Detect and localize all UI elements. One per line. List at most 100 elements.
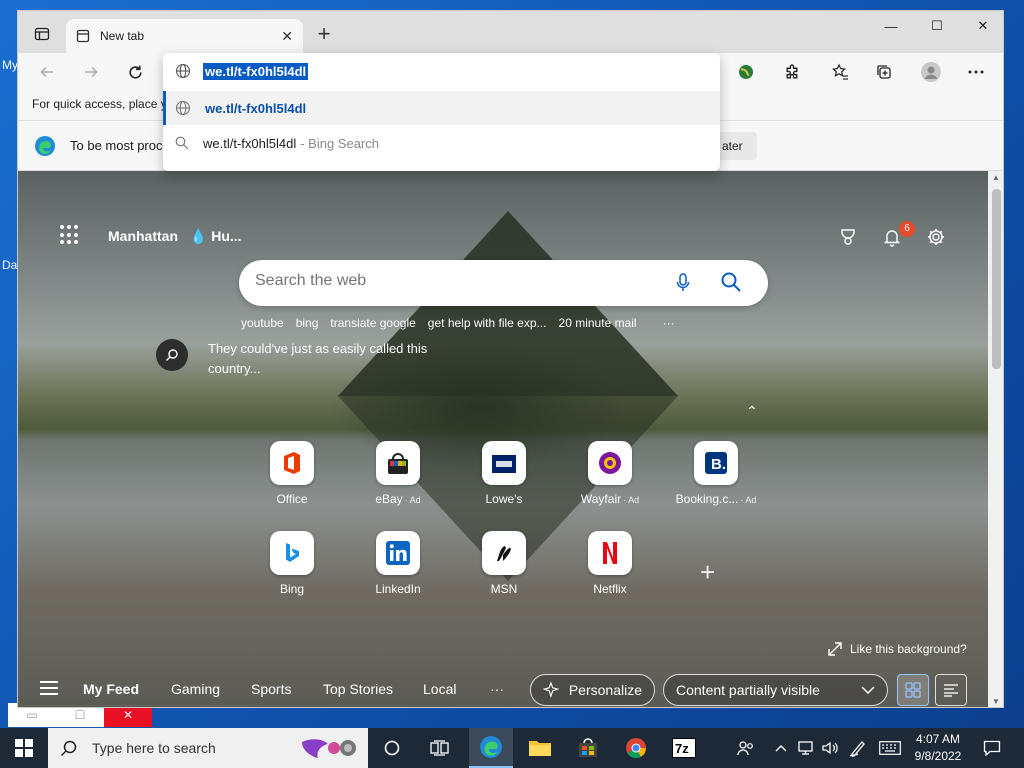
quick-links-more-button[interactable]: ··· [663, 316, 675, 330]
tab-gaming[interactable]: Gaming [171, 681, 220, 697]
scrollbar-thumb[interactable] [992, 189, 1001, 369]
like-background-button[interactable]: Like this background? [828, 642, 967, 656]
title-bar: New tab ✕ + — ☐ ✕ [18, 11, 1003, 53]
grid-layout-button[interactable] [897, 674, 929, 706]
web-search-input[interactable] [255, 272, 655, 290]
tile-bing[interactable]: Bing [242, 531, 342, 596]
taskbar-7zip[interactable]: 7z [662, 728, 706, 768]
tile-label: MSN [490, 582, 518, 596]
tab-local[interactable]: Local [423, 681, 456, 697]
taskbar-store[interactable] [566, 728, 610, 768]
feed-menu-icon[interactable] [40, 681, 58, 695]
suggestion-text: we.tl/t-fx0hl5l4dl [203, 135, 297, 151]
tile-netflix[interactable]: Netflix [560, 531, 660, 596]
forward-button[interactable] [76, 58, 106, 86]
task-view-button[interactable] [421, 728, 459, 768]
personalize-label: Personalize [568, 682, 642, 698]
favorites-button[interactable] [824, 58, 856, 86]
new-tab-button[interactable]: + [310, 23, 338, 47]
back-arrow-icon [40, 66, 53, 78]
add-shortcut-button[interactable]: + [700, 557, 715, 588]
tab-top-stories[interactable]: Top Stories [323, 681, 393, 697]
tab-sports[interactable]: Sports [251, 681, 291, 697]
cortana-button[interactable] [374, 728, 410, 768]
keyboard-icon[interactable] [876, 728, 904, 768]
page-settings-button[interactable] [924, 225, 948, 249]
notifications-center-icon[interactable] [978, 728, 1006, 768]
page-scrollbar[interactable]: ▲ ▼ [988, 171, 1003, 707]
people-icon[interactable] [732, 728, 760, 768]
feed-more-button[interactable]: ··· [490, 681, 504, 697]
sparkle-icon [543, 681, 559, 698]
tab-title: New tab [100, 29, 145, 43]
search-icon[interactable] [720, 271, 742, 296]
list-layout-button[interactable] [935, 674, 967, 706]
personalize-button[interactable]: Personalize [530, 674, 655, 706]
quick-link[interactable]: youtube [241, 316, 284, 330]
extensions-button[interactable] [776, 58, 808, 86]
scroll-down-icon[interactable]: ▼ [992, 697, 1000, 706]
tile-ebay[interactable]: eBay · Ad [348, 441, 448, 506]
quick-link[interactable]: 20 minute mail [559, 316, 637, 330]
taskbar-file-explorer[interactable] [518, 728, 562, 768]
pen-icon[interactable] [845, 728, 871, 768]
settings-and-more-button[interactable] [960, 58, 992, 86]
tab-actions-button[interactable] [26, 21, 58, 47]
extension-button[interactable] [730, 58, 762, 86]
msn-icon [482, 531, 526, 575]
grid-icon [905, 682, 921, 698]
back-button[interactable] [32, 58, 62, 86]
tab-new-tab[interactable]: New tab ✕ [66, 19, 303, 53]
taskbar-chrome[interactable] [614, 728, 658, 768]
system-clock[interactable]: 4:07 AM 9/8/2022 [908, 731, 968, 765]
tile-label: Lowe's [485, 492, 523, 506]
volume-icon[interactable] [818, 728, 842, 768]
extension-globe-icon [739, 65, 753, 79]
desktop-icon-label[interactable]: Da [2, 258, 17, 272]
desktop-icon-label[interactable]: My [2, 58, 18, 72]
rewards-button[interactable] [836, 225, 860, 249]
profile-button[interactable] [915, 58, 947, 86]
maximize-button[interactable]: ☐ [914, 11, 960, 41]
ad-badge: · Ad [623, 495, 640, 505]
scroll-up-icon[interactable]: ▲ [992, 173, 1000, 182]
suggestion-url[interactable]: we.tl/t-fx0hl5l4dl [163, 91, 720, 125]
tile-lowes[interactable]: Lowe's [454, 441, 554, 506]
taskbar-search-box[interactable]: Type here to search [48, 728, 368, 768]
svg-text:7z: 7z [675, 741, 689, 756]
tile-office[interactable]: Office [242, 441, 342, 506]
tile-linkedin[interactable]: LinkedIn [348, 531, 448, 596]
taskbar-edge[interactable] [469, 728, 513, 768]
notification-badge: 6 [899, 221, 915, 237]
weather-widget[interactable]: Manhattan 💧 Hu... [108, 228, 242, 245]
collections-button[interactable] [868, 58, 900, 86]
tab-close-icon[interactable]: ✕ [281, 28, 293, 45]
hidden-icons-chevron-icon[interactable] [770, 728, 792, 768]
content-visibility-dropdown[interactable]: Content partially visible [663, 674, 888, 706]
address-bar-input[interactable]: we.tl/t-fx0hl5l4dl [163, 55, 720, 87]
microphone-icon[interactable] [675, 272, 691, 297]
tile-msn[interactable]: MSN [454, 531, 554, 596]
collapse-chevron-icon[interactable]: ⌃ [746, 403, 758, 420]
network-icon[interactable] [794, 728, 818, 768]
quick-link[interactable]: bing [296, 316, 319, 330]
bing-icon [270, 531, 314, 575]
forward-arrow-icon [85, 66, 98, 78]
refresh-button[interactable] [120, 58, 150, 86]
tab-my-feed[interactable]: My Feed [83, 681, 139, 697]
minimize-button[interactable]: — [868, 11, 914, 41]
tile-booking[interactable]: B. Booking.c... · Ad [666, 441, 766, 506]
tile-wayfair[interactable]: Wayfair · Ad [560, 441, 660, 506]
start-button[interactable] [0, 728, 48, 768]
avatar-icon [921, 62, 941, 82]
suggestion-search[interactable]: we.tl/t-fx0hl5l4dl - Bing Search [163, 126, 720, 160]
address-bar-dropdown: we.tl/t-fx0hl5l4dl we.tl/t-fx0hl5l4dl we… [163, 53, 720, 171]
netflix-icon [588, 531, 632, 575]
app-launcher-icon[interactable] [60, 225, 80, 245]
trending-item[interactable]: They could've just as easily called this… [156, 339, 458, 379]
quick-link[interactable]: get help with file exp... [428, 316, 547, 330]
clock-time: 4:07 AM [915, 732, 961, 746]
close-window-button[interactable]: ✕ [960, 11, 1003, 41]
quick-link[interactable]: translate google [330, 316, 415, 330]
tile-label: Bing [279, 582, 305, 596]
